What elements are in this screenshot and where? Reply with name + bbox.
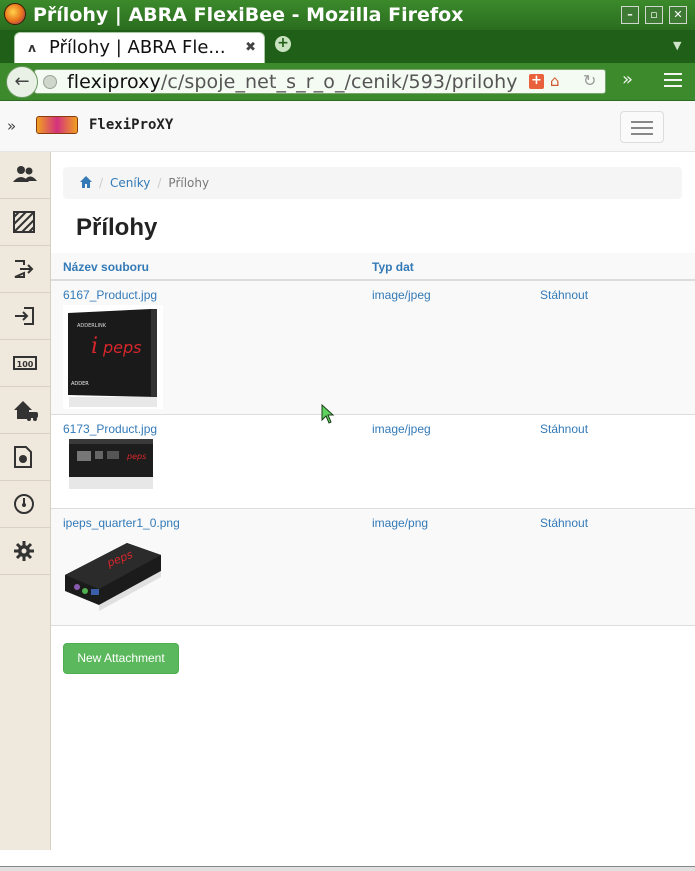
svg-text:peps: peps [126, 452, 146, 461]
sidebar-item-logout[interactable] [0, 246, 50, 293]
house-car-icon [14, 401, 38, 421]
gear-icon [14, 541, 34, 561]
reload-icon[interactable]: ↻ [583, 71, 596, 90]
sidebar-item-pattern[interactable] [0, 199, 50, 246]
sidebar-item-users[interactable] [0, 152, 50, 199]
sidebar: 100 [0, 152, 51, 850]
url-text[interactable]: flexiproxy/c/spoje_net_s_r_o_/cenik/593/… [67, 71, 518, 93]
tab-strip: ʌ Přílohy | ABRA Fle... ✖ [0, 30, 695, 63]
minimize-icon[interactable]: – [621, 6, 639, 24]
maximize-icon[interactable]: ▫ [645, 6, 663, 24]
svg-text:ADDERLINK: ADDERLINK [77, 323, 107, 329]
brand-name[interactable]: FlexiProXY [89, 117, 173, 133]
add-bookmark-icon[interactable]: + [529, 74, 544, 89]
back-button[interactable]: ← [6, 66, 38, 98]
header-type[interactable]: Typ dat [372, 260, 414, 274]
new-attachment-button[interactable]: New Attachment [63, 643, 179, 674]
svg-text:ADDER: ADDER [71, 381, 89, 387]
file-link[interactable]: 6167_Product.jpg [63, 288, 157, 302]
svg-text:i: i [91, 334, 98, 359]
window-titlebar: Přílohy | ABRA FlexiBee - Mozilla Firefo… [0, 0, 695, 30]
download-link[interactable]: Stáhnout [540, 288, 588, 302]
download-link[interactable]: Stáhnout [540, 516, 588, 530]
app-header: » FlexiProXY [0, 101, 695, 152]
tab-title: Přílohy | ABRA Fle... [49, 37, 226, 58]
file-type: image/jpeg [372, 288, 431, 302]
tab-close-icon[interactable]: ✖ [245, 40, 256, 55]
sidebar-item-property[interactable] [0, 387, 50, 434]
banknote-icon: 100 [13, 356, 37, 370]
pattern-icon [13, 211, 35, 233]
site-identity-icon[interactable] [43, 75, 57, 89]
breadcrumb-link-ceniky[interactable]: Ceníky [110, 176, 150, 190]
sidebar-item-settings[interactable] [0, 528, 50, 575]
file-link[interactable]: ipeps_quarter1_0.png [63, 516, 180, 530]
browser-tab[interactable]: ʌ Přílohy | ABRA Fle... ✖ [14, 32, 265, 63]
product-thumbnail[interactable]: ADDERLINK i peps ADDER [63, 305, 163, 409]
table-row: ipeps_quarter1_0.png image/png Stáhnout … [51, 509, 695, 626]
navigation-bar: flexiproxy/c/spoje_net_s_r_o_/cenik/593/… [0, 63, 695, 101]
svg-text:100: 100 [17, 360, 34, 369]
tab-list-chevron-icon[interactable]: ▼ [673, 39, 681, 52]
file-link[interactable]: 6173_Product.jpg [63, 422, 157, 436]
attachments-table: Název souboru Typ dat 6167_Product.jpg i… [51, 253, 695, 626]
header-filename[interactable]: Název souboru [63, 260, 149, 274]
navbar-toggle-button[interactable] [620, 111, 664, 143]
browser-menu-icon[interactable] [664, 73, 682, 87]
table-row: 6173_Product.jpg image/jpeg Stáhnout pep… [51, 415, 695, 509]
home-icon[interactable]: ⌂ [550, 72, 560, 90]
product-thumbnail[interactable]: peps [63, 437, 159, 493]
svg-text:peps: peps [102, 338, 142, 357]
login-icon [15, 307, 34, 325]
tab-favicon-icon: ʌ [28, 41, 36, 55]
table-header: Název souboru Typ dat [51, 253, 695, 281]
overflow-chevron-icon[interactable]: » [622, 69, 633, 90]
breadcrumb-current: Přílohy [168, 176, 210, 190]
sidebar-toggle-icon[interactable]: » [7, 117, 16, 135]
new-tab-icon[interactable]: + [275, 36, 291, 52]
url-bar[interactable]: flexiproxy/c/spoje_net_s_r_o_/cenik/593/… [34, 69, 606, 94]
window-bottom-border [0, 866, 695, 871]
users-icon [13, 166, 37, 182]
sidebar-item-dashboard[interactable] [0, 481, 50, 528]
file-type: image/jpeg [372, 422, 431, 436]
logout-icon [14, 260, 34, 278]
table-row: 6167_Product.jpg image/jpeg Stáhnout ADD… [51, 281, 695, 415]
mouse-cursor-icon [321, 404, 335, 424]
page-title: Přílohy [76, 214, 158, 241]
download-link[interactable]: Stáhnout [540, 422, 588, 436]
window-title: Přílohy | ABRA FlexiBee - Mozilla Firefo… [33, 4, 464, 26]
flexiproxy-logo[interactable] [36, 116, 78, 134]
breadcrumb: / Ceníky / Přílohy [63, 167, 682, 199]
gauge-icon [14, 494, 34, 514]
firefox-logo-icon [4, 3, 26, 25]
home-icon[interactable] [80, 176, 92, 188]
close-window-icon[interactable]: ✕ [669, 6, 687, 24]
product-thumbnail[interactable]: peps [63, 537, 163, 613]
sidebar-item-money[interactable]: 100 [0, 340, 50, 387]
sidebar-item-reports[interactable] [0, 434, 50, 481]
sidebar-item-login[interactable] [0, 293, 50, 340]
main-content: / Ceníky / Přílohy Přílohy Název souboru Ty… [51, 152, 695, 850]
file-type: image/png [372, 516, 429, 530]
document-chart-icon [14, 446, 32, 468]
